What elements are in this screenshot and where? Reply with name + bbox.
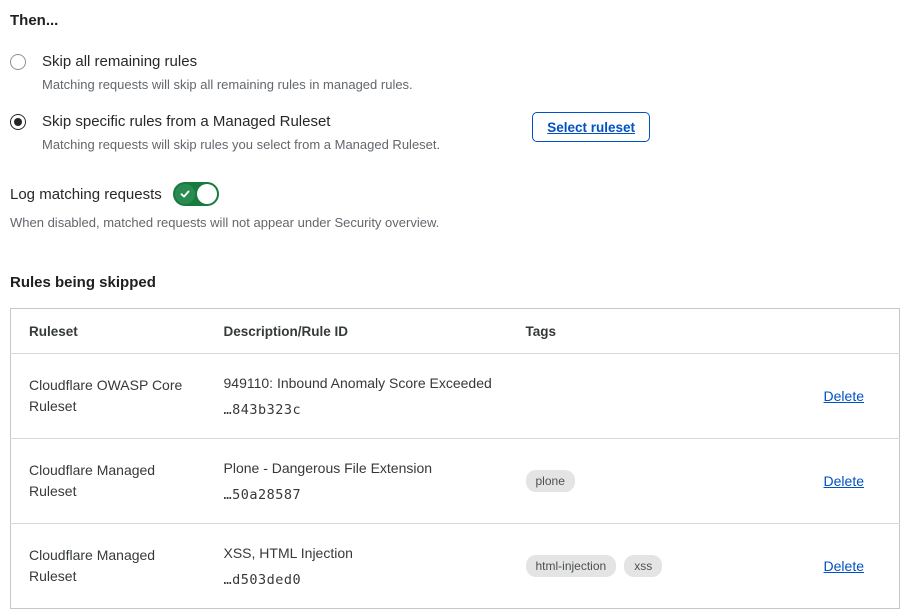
- log-matching-help-text: When disabled, matched requests will not…: [10, 215, 900, 230]
- tag-pill: xss: [624, 555, 662, 577]
- option-skip-specific-rules[interactable]: Skip specific rules from a Managed Rules…: [10, 111, 650, 154]
- radio-selected-icon[interactable]: [10, 114, 26, 130]
- option-description: Matching requests will skip rules you se…: [42, 136, 440, 154]
- option-text-block: Skip all remaining rules Matching reques…: [42, 51, 413, 94]
- delete-link[interactable]: Delete: [824, 558, 864, 574]
- skipped-rules-table: Ruleset Description/Rule ID Tags Cloudfl…: [10, 308, 900, 609]
- column-header-tags: Tags: [508, 309, 780, 354]
- rule-description: Plone - Dangerous File Extension: [224, 459, 508, 478]
- rule-tags-cell: plone: [508, 439, 780, 524]
- tag-pill: plone: [526, 470, 575, 492]
- rule-tags-cell: [508, 354, 780, 439]
- then-heading: Then...: [10, 12, 900, 29]
- option-text-block: Skip specific rules from a Managed Rules…: [42, 111, 440, 154]
- ruleset-name: Cloudflare OWASP Core Ruleset: [11, 354, 206, 439]
- rule-description-cell: 949110: Inbound Anomaly Score Exceeded ……: [206, 354, 508, 439]
- column-header-description: Description/Rule ID: [206, 309, 508, 354]
- table-row: Cloudflare OWASP Core Ruleset 949110: In…: [11, 354, 900, 439]
- delete-link[interactable]: Delete: [824, 388, 864, 404]
- ruleset-name: Cloudflare Managed Ruleset: [11, 439, 206, 524]
- log-matching-label: Log matching requests: [10, 186, 162, 203]
- rules-being-skipped-heading: Rules being skipped: [10, 274, 900, 291]
- rule-description-cell: Plone - Dangerous File Extension …50a285…: [206, 439, 508, 524]
- select-ruleset-button[interactable]: Select ruleset: [532, 112, 650, 142]
- option-skip-all-rules[interactable]: Skip all remaining rules Matching reques…: [10, 51, 650, 94]
- radio-dot: [14, 118, 22, 126]
- check-icon: [175, 184, 195, 204]
- ruleset-name: Cloudflare Managed Ruleset: [11, 524, 206, 609]
- tag-pill: html-injection: [526, 555, 617, 577]
- toggle-knob[interactable]: [197, 184, 217, 204]
- rule-description-cell: XSS, HTML Injection …d503ded0: [206, 524, 508, 609]
- table-row: Cloudflare Managed Ruleset Plone - Dange…: [11, 439, 900, 524]
- rule-tags-cell: html-injection xss: [508, 524, 780, 609]
- rule-description: 949110: Inbound Anomaly Score Exceeded: [224, 374, 508, 393]
- rule-description: XSS, HTML Injection: [224, 544, 508, 563]
- table-body: Cloudflare OWASP Core Ruleset 949110: In…: [11, 354, 900, 609]
- radio-unselected-icon[interactable]: [10, 54, 26, 70]
- log-matching-row: Log matching requests: [10, 182, 900, 206]
- managed-rules-skip-panel: Then... Skip all remaining rules Matchin…: [0, 0, 911, 609]
- table-header: Ruleset Description/Rule ID Tags: [11, 309, 900, 354]
- column-header-ruleset: Ruleset: [11, 309, 206, 354]
- rule-id: …843b323c: [224, 402, 508, 418]
- column-header-actions: [780, 309, 900, 354]
- rule-id: …d503ded0: [224, 572, 508, 588]
- option-label: Skip specific rules from a Managed Rules…: [42, 111, 440, 132]
- rule-action-cell: Delete: [780, 524, 900, 609]
- rule-id: …50a28587: [224, 487, 508, 503]
- option-description: Matching requests will skip all remainin…: [42, 76, 413, 94]
- table-row: Cloudflare Managed Ruleset XSS, HTML Inj…: [11, 524, 900, 609]
- rule-action-cell: Delete: [780, 354, 900, 439]
- delete-link[interactable]: Delete: [824, 473, 864, 489]
- option-label: Skip all remaining rules: [42, 51, 413, 72]
- log-matching-toggle[interactable]: [173, 182, 219, 206]
- rule-action-cell: Delete: [780, 439, 900, 524]
